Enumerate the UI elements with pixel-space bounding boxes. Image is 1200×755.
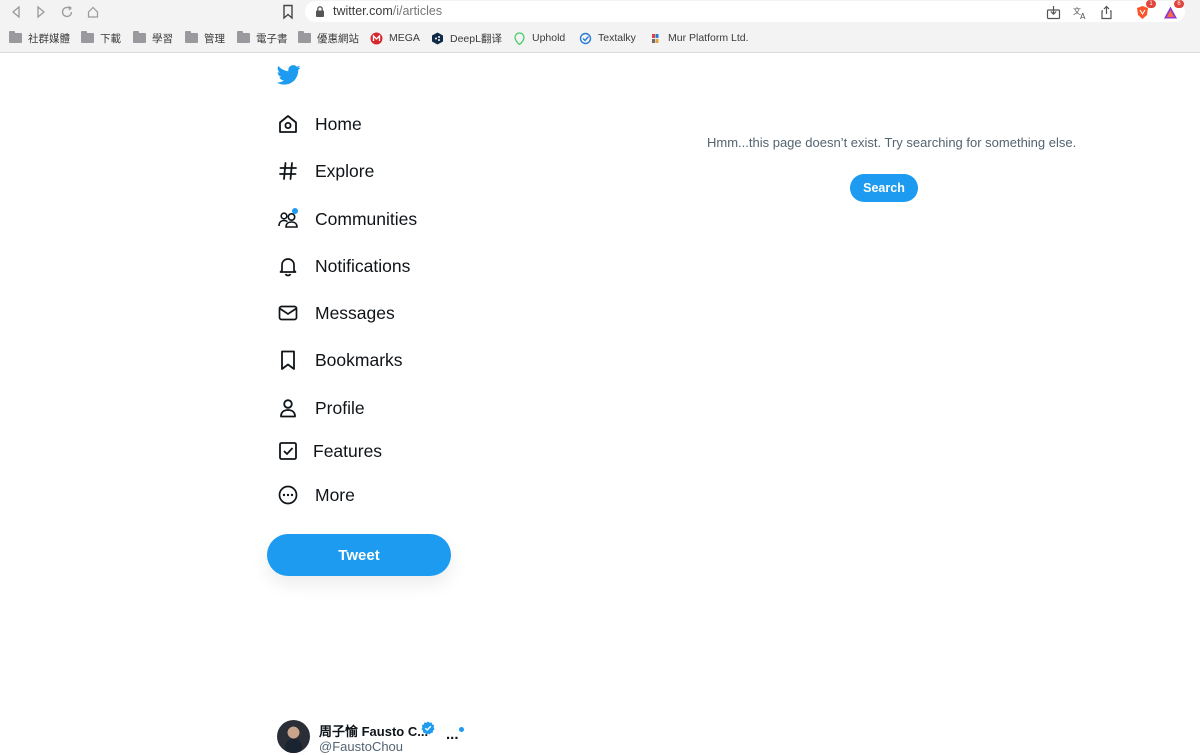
folder-icon: [237, 31, 250, 43]
url-text[interactable]: twitter.com/i/articles: [333, 4, 442, 18]
bookmark-label: 學習: [152, 32, 173, 45]
sidebar-item-explore[interactable]: Explore: [276, 155, 374, 187]
sidebar-item-label: Messages: [315, 302, 395, 323]
translate-icon[interactable]: 文A: [1071, 3, 1089, 21]
bell-icon: [276, 254, 300, 278]
bookmark-label: DeepL翻译: [450, 32, 502, 45]
bookmark-mur[interactable]: Mur Platform Ltd.: [649, 30, 749, 46]
share-icon[interactable]: [1097, 3, 1115, 21]
folder-icon: [185, 31, 198, 43]
profile-name: 周子愉 Fausto C...: [319, 724, 429, 739]
sidebar-item-label: Explore: [315, 160, 375, 181]
brave-badge: 1: [1146, 0, 1156, 8]
bookmark-folder-social[interactable]: 社群媒體: [9, 30, 70, 46]
sidebar-item-home[interactable]: Home: [276, 108, 362, 140]
sidebar-item-label: Profile: [315, 397, 365, 418]
sidebar-item-bookmarks[interactable]: Bookmarks: [276, 344, 403, 376]
bookmark-label: 下載: [100, 32, 121, 45]
sidebar-item-communities[interactable]: Communities: [276, 203, 417, 235]
url-path: /i/articles: [392, 4, 443, 18]
sidebar-item-label: Communities: [315, 208, 418, 229]
bookmark-label: Textalky: [598, 32, 636, 44]
lock-icon: [316, 6, 324, 17]
download-icon[interactable]: [1044, 3, 1062, 21]
sidebar-item-label: Bookmarks: [315, 349, 403, 370]
sidebar-item-label: Notifications: [315, 255, 411, 276]
communities-icon: [276, 207, 300, 231]
bookmark-label: 社群媒體: [28, 32, 70, 45]
folder-icon: [133, 31, 146, 43]
avatar: [277, 720, 310, 753]
bookmark-label: 優惠網站: [317, 32, 359, 45]
account-more-icon[interactable]: ...: [446, 726, 459, 743]
bookmark-folder-manage[interactable]: 管理: [185, 30, 225, 46]
bookmark-folder-ebooks[interactable]: 電子書: [237, 30, 288, 46]
folder-icon: [81, 31, 94, 43]
bookmark-textalky[interactable]: Textalky: [579, 30, 636, 46]
deepl-icon: [431, 32, 444, 45]
twitter-logo-icon[interactable]: [277, 64, 301, 86]
home-icon: [276, 112, 300, 136]
sidebar-item-notifications[interactable]: Notifications: [276, 250, 410, 282]
mega-icon: [370, 32, 383, 45]
bookmark-label: Uphold: [532, 32, 566, 44]
bookmark-deepl[interactable]: DeepL翻译: [431, 30, 502, 46]
sidebar-item-label: More: [315, 484, 355, 505]
bookmark-label: MEGA: [389, 32, 420, 44]
back-icon[interactable]: [7, 3, 25, 21]
bookmark-folder-downloads[interactable]: 下載: [81, 30, 121, 46]
envelope-icon: [276, 301, 300, 325]
person-icon: [276, 396, 300, 420]
notification-dot: [459, 727, 464, 732]
mur-icon: [649, 32, 662, 45]
bookmark-uphold[interactable]: Uphold: [513, 30, 565, 46]
browser-toolbar: twitter.com/i/articles 文A 1 6: [0, 0, 1200, 24]
search-button[interactable]: Search: [850, 174, 918, 202]
page-not-found-message: Hmm...this page doesn’t exist. Try searc…: [707, 135, 1077, 150]
bookmark-label: 管理: [204, 32, 225, 45]
folder-icon: [9, 31, 22, 43]
sidebar-item-messages[interactable]: Messages: [276, 297, 395, 329]
sidebar-item-profile[interactable]: Profile: [276, 392, 365, 424]
bookmark-folder-deals[interactable]: 優惠網站: [298, 30, 359, 46]
bookmark-icon: [276, 348, 300, 372]
bookmark-folder-learning[interactable]: 學習: [133, 30, 173, 46]
home-page-icon[interactable]: [84, 3, 102, 21]
folder-icon: [298, 31, 311, 43]
reload-icon[interactable]: [58, 3, 76, 21]
bookmark-label: 電子書: [256, 32, 288, 45]
forward-icon[interactable]: [32, 3, 50, 21]
sidebar-item-more[interactable]: More: [276, 479, 355, 511]
sidebar-item-label: Features: [313, 440, 383, 461]
verified-badge-icon: [421, 721, 435, 735]
notification-dot: [292, 208, 298, 214]
bookmarks-bar: 社群媒體 下載 學習 管理 電子書 優惠網站 MEGA DeepL翻译 Upho…: [0, 24, 1200, 53]
vpn-badge: 6: [1174, 0, 1184, 8]
sidebar-item-label: Home: [315, 113, 362, 134]
tweet-button[interactable]: Tweet: [267, 534, 451, 576]
bookmark-label: Mur Platform Ltd.: [668, 32, 749, 44]
bookmark-mega[interactable]: MEGA: [370, 30, 420, 46]
vpn-extension-icon[interactable]: 6: [1161, 0, 1184, 21]
sidebar-item-features[interactable]: Features: [276, 435, 382, 467]
checkbox-icon: [276, 439, 300, 463]
textalky-icon: [579, 32, 592, 45]
url-host: twitter.com: [333, 4, 393, 18]
more-circle-icon: [276, 483, 300, 507]
hashtag-icon: [276, 159, 300, 183]
uphold-icon: [513, 31, 526, 45]
bookmark-page-icon[interactable]: [281, 4, 295, 20]
profile-handle: @FaustoChou: [319, 739, 404, 754]
brave-shield-icon[interactable]: 1: [1133, 0, 1156, 21]
svg-text:A: A: [1080, 12, 1086, 20]
